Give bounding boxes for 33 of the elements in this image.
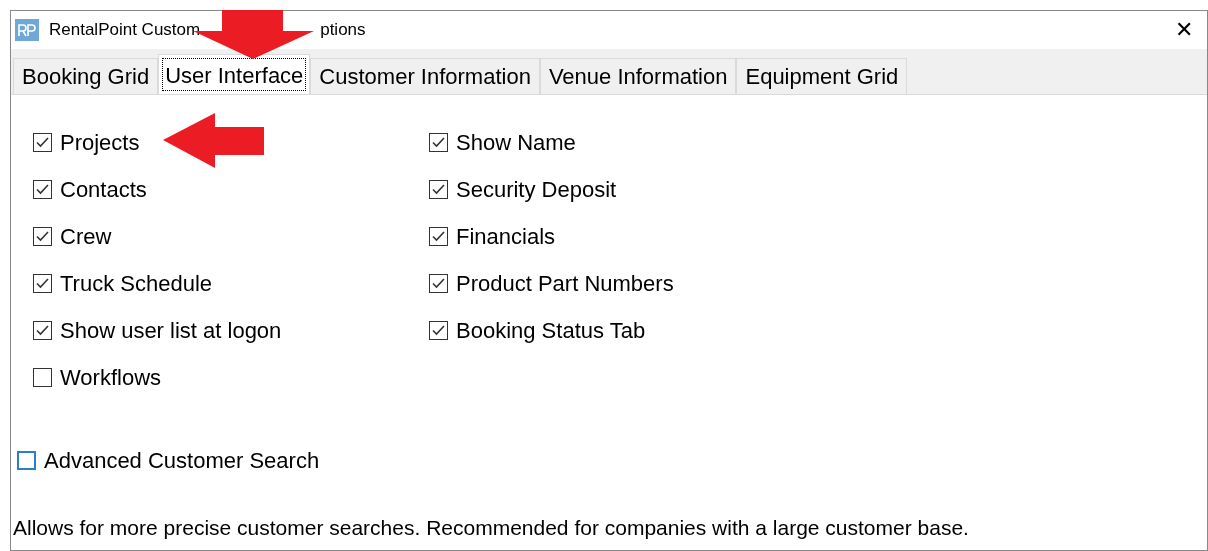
checkbox-label: Truck Schedule [60,269,213,298]
checkbox[interactable] [429,132,448,152]
checkbox[interactable] [429,273,448,293]
app-icon [15,19,39,41]
checkbox[interactable] [33,273,52,293]
checkbox[interactable] [33,226,52,246]
checkbox[interactable] [17,450,36,470]
checkbox[interactable] [429,320,448,340]
checkbox[interactable] [429,226,448,246]
description-text: Allows for more precise customer searches. Recommended for companies with a large customer base. [12,515,970,541]
tab[interactable]: Customer Information [310,58,540,94]
window-title: RentalPoint Custom [49,19,201,42]
checkbox-label: Security Deposit [456,175,617,204]
close-button[interactable]: ✕ [1175,19,1193,41]
checkbox-label: Product Part Numbers [456,269,674,298]
tab[interactable]: Equipment Grid [736,58,908,94]
window-title: ptions [320,19,366,42]
tab[interactable]: Venue Information [539,58,737,94]
checkbox-label: Show user list at logon [60,316,282,345]
checkbox[interactable] [33,179,52,199]
checkbox-label: Crew [60,222,112,251]
checkbox-label: Contacts [60,175,147,204]
checkbox-label: Booking Status Tab [456,316,646,345]
checkbox-label: Financials [456,222,556,251]
tab[interactable]: Booking Grid [13,58,159,94]
checkbox[interactable] [33,367,52,387]
checkbox[interactable] [33,320,52,340]
checkbox[interactable] [429,179,448,199]
checkbox[interactable] [33,132,52,152]
checkbox-label: Projects [60,128,140,157]
tab[interactable]: User Interface [158,54,311,95]
checkbox-label: Show Name [456,128,576,157]
checkbox-label: Workflows [60,363,162,392]
